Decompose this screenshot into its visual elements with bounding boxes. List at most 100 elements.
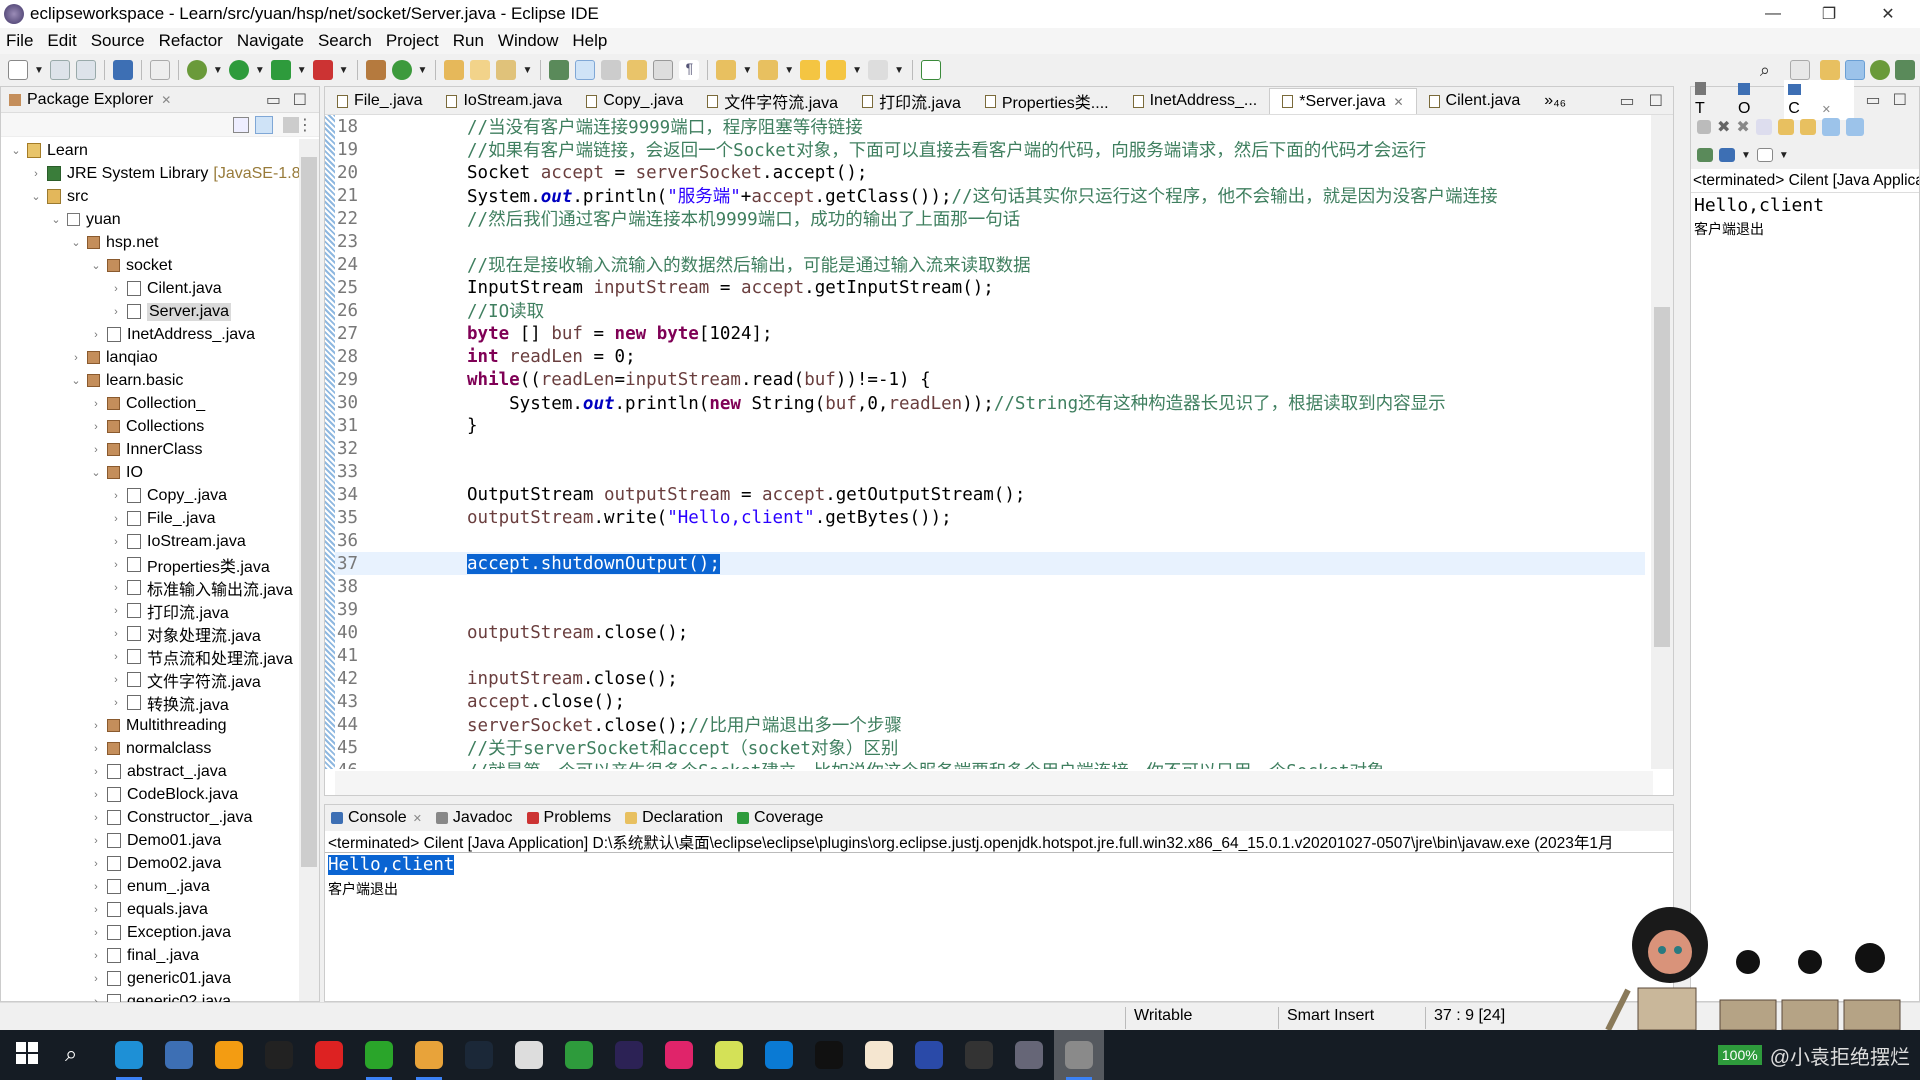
close-icon[interactable]: ✕ — [1393, 95, 1403, 109]
chevron-right-icon[interactable]: › — [89, 789, 103, 801]
code-line[interactable]: 40 outputStream.close(); — [335, 621, 1645, 644]
code-line[interactable]: 30 System.out.println(new String(buf,0,r… — [335, 391, 1645, 415]
chevron-right-icon[interactable]: › — [89, 812, 103, 824]
menu-help[interactable]: Help — [572, 31, 607, 51]
last-edit-icon[interactable] — [800, 60, 821, 80]
tree-item[interactable]: › Server.java — [1, 300, 319, 323]
java-ee-perspective-icon[interactable] — [1820, 60, 1840, 80]
java-perspective-icon[interactable] — [1845, 60, 1865, 80]
run-icon[interactable] — [228, 60, 249, 80]
code-line[interactable]: 39 — [335, 598, 1645, 621]
chevron-down-icon[interactable]: ▼ — [894, 65, 904, 76]
clear-console-icon[interactable] — [1755, 119, 1772, 135]
tree-item[interactable]: › Multithreading — [1, 714, 319, 737]
code-line[interactable]: 19 //如果有客户端链接，会返回一个Socket对象，下面可以直接去看客户端的代… — [335, 138, 1645, 162]
editor-scrollbar-thumb[interactable] — [1654, 307, 1670, 647]
tree-item[interactable]: › normalclass — [1, 737, 319, 760]
taskbar-file-manager[interactable] — [154, 1030, 204, 1080]
tree-item[interactable]: ⌄ IO — [1, 461, 319, 484]
editor-tab[interactable]: InetAddress_... — [1121, 88, 1270, 114]
menu-navigate[interactable]: Navigate — [237, 31, 304, 51]
tree-item[interactable]: › Properties类.java — [1, 553, 319, 576]
taskbar-app-mod[interactable] — [954, 1030, 1004, 1080]
chevron-down-icon[interactable]: ▼ — [297, 65, 307, 76]
tree-item[interactable]: › Collections — [1, 415, 319, 438]
chevron-right-icon[interactable]: › — [89, 329, 103, 341]
debug-icon[interactable] — [186, 60, 207, 80]
chevron-right-icon[interactable]: › — [109, 490, 123, 502]
scroll-lock-icon[interactable] — [1777, 119, 1794, 135]
chevron-down-icon[interactable]: ⌄ — [9, 144, 23, 157]
terminal-icon[interactable] — [112, 60, 133, 80]
editor-tab[interactable]: 文件字符流.java — [695, 88, 850, 114]
code-line[interactable]: 27 byte [] buf = new byte[1024]; — [335, 322, 1645, 345]
code-line[interactable]: 26 //IO读取 — [335, 299, 1645, 323]
tree-item[interactable]: › final_.java — [1, 944, 319, 967]
chevron-down-icon[interactable]: ▼ — [34, 65, 44, 76]
pin-console-icon[interactable] — [1697, 148, 1713, 162]
taskbar-intellij[interactable] — [654, 1030, 704, 1080]
save-all-icon[interactable] — [75, 60, 96, 80]
view-menu-icon[interactable]: ⋮ — [297, 115, 313, 135]
chevron-right-icon[interactable]: › — [109, 513, 123, 525]
tree-item[interactable]: ⌄ src — [1, 185, 319, 208]
console-tab[interactable]: Javadoc — [435, 809, 513, 827]
code-line[interactable]: 28 int readLen = 0; — [335, 345, 1645, 368]
tree-item[interactable]: ⌄ hsp.net — [1, 231, 319, 254]
tree-item[interactable]: › 标准输入输出流.java — [1, 576, 319, 599]
tree-item[interactable]: › Copy_.java — [1, 484, 319, 507]
editor-tab[interactable]: File_.java — [325, 88, 434, 114]
git-perspective-icon[interactable] — [1895, 60, 1915, 80]
console-tab[interactable]: Declaration — [625, 809, 723, 827]
tab-console[interactable]: C ✕ — [1784, 80, 1854, 120]
minimize-button[interactable]: — — [1745, 0, 1801, 28]
console-tab[interactable]: Problems — [526, 809, 611, 827]
taskbar-search[interactable]: ⌕ — [54, 1030, 104, 1080]
external-tools-icon[interactable] — [312, 60, 333, 80]
code-line[interactable]: 35 outputStream.write("Hello,client".getB… — [335, 506, 1645, 529]
previous-annotation-icon[interactable] — [758, 60, 779, 80]
chevron-right-icon[interactable]: › — [109, 559, 123, 571]
chevron-right-icon[interactable]: › — [109, 628, 123, 640]
menu-refactor[interactable]: Refactor — [159, 31, 223, 51]
taskbar-steam[interactable] — [454, 1030, 504, 1080]
editor-tab[interactable]: Properties类.... — [973, 88, 1121, 114]
code-line[interactable]: 38 — [335, 575, 1645, 598]
chevron-right-icon[interactable]: › — [109, 536, 123, 548]
menu-search[interactable]: Search — [318, 31, 372, 51]
restore-button[interactable]: ❐ — [1801, 0, 1857, 28]
menu-file[interactable]: File — [6, 31, 33, 51]
code-line[interactable]: 46 //就是第一个可以产生很多个Socket建立，比如说你这个服务端要和多个用户… — [335, 759, 1645, 770]
chevron-right-icon[interactable]: › — [109, 674, 123, 686]
mascot-buttons[interactable] — [1719, 943, 1901, 1031]
chevron-down-icon[interactable]: ▼ — [418, 65, 428, 76]
tree-item[interactable]: › File_.java — [1, 507, 319, 530]
code-line[interactable]: 41 — [335, 644, 1645, 667]
close-icon[interactable]: ✕ — [413, 812, 422, 825]
code-line[interactable]: 31} — [335, 414, 1645, 437]
open-resource-icon[interactable] — [470, 60, 491, 80]
console-tab[interactable]: Coverage — [737, 809, 823, 827]
chevron-down-icon[interactable]: ▼ — [522, 65, 532, 76]
coverage-run-icon[interactable] — [270, 60, 291, 80]
taskbar-app-lightning[interactable] — [504, 1030, 554, 1080]
skip-breakpoints-icon[interactable] — [149, 60, 170, 80]
desktop-mascot-widget[interactable] — [1598, 900, 1920, 1032]
chevron-right-icon[interactable]: › — [89, 881, 103, 893]
code-line[interactable]: 23 — [335, 230, 1645, 253]
chevron-down-icon[interactable]: ▼ — [213, 65, 223, 76]
tree-item[interactable]: › generic01.java — [1, 967, 319, 990]
back-icon[interactable] — [826, 60, 847, 80]
package-explorer-title[interactable]: Package Explorer — [27, 91, 153, 109]
code-line[interactable]: 22 //然后我们通过客户端连接本机9999端口，成功的输出了上面那一句话 — [335, 207, 1645, 231]
minimize-view-icon[interactable]: ▭ — [1620, 91, 1635, 111]
battery-indicator[interactable]: 100% — [1717, 1045, 1762, 1065]
menu-source[interactable]: Source — [91, 31, 145, 51]
tree-item[interactable]: ⌄ Learn — [1, 139, 319, 162]
maximize-view-icon[interactable]: ☐ — [293, 90, 307, 110]
chevron-right-icon[interactable]: › — [89, 398, 103, 410]
chevron-right-icon[interactable]: › — [109, 582, 123, 594]
chevron-right-icon[interactable]: › — [109, 283, 123, 295]
chevron-right-icon[interactable]: › — [109, 605, 123, 617]
menu-edit[interactable]: Edit — [47, 31, 76, 51]
